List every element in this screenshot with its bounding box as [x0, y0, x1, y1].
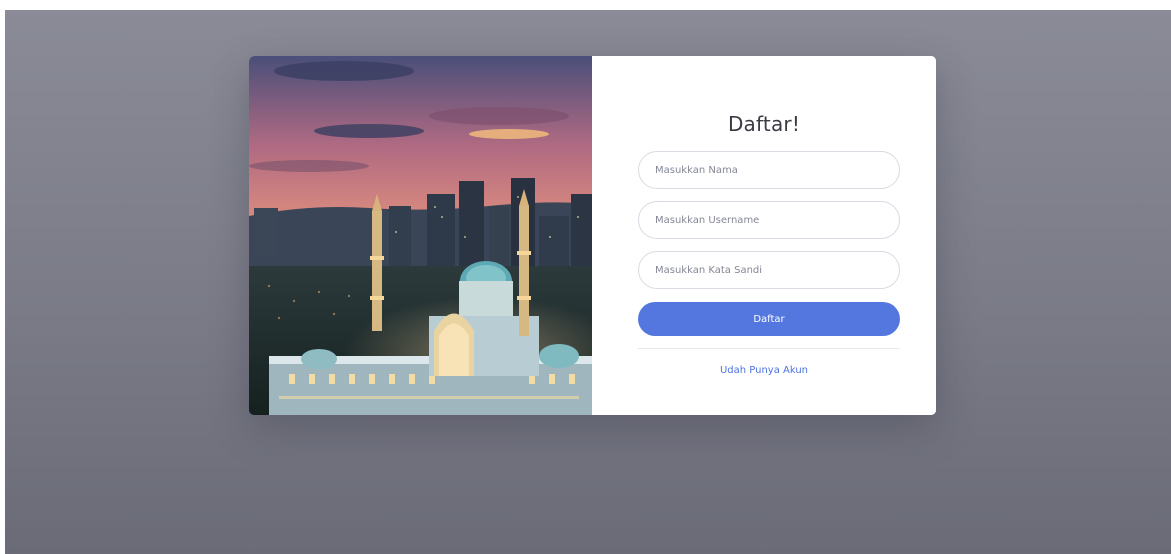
- name-input[interactable]: [638, 151, 900, 189]
- register-card: Daftar! Daftar Udah Punya Akun: [249, 56, 936, 415]
- divider: [638, 348, 900, 349]
- password-input[interactable]: [638, 251, 900, 289]
- page-title: Daftar!: [727, 112, 801, 136]
- page-background: Daftar! Daftar Udah Punya Akun: [5, 10, 1171, 554]
- register-button[interactable]: Daftar: [638, 302, 900, 336]
- register-form: Daftar! Daftar Udah Punya Akun: [592, 56, 936, 415]
- mosque-image: [249, 56, 592, 415]
- username-input[interactable]: [638, 201, 900, 239]
- login-link[interactable]: Udah Punya Akun: [592, 365, 936, 376]
